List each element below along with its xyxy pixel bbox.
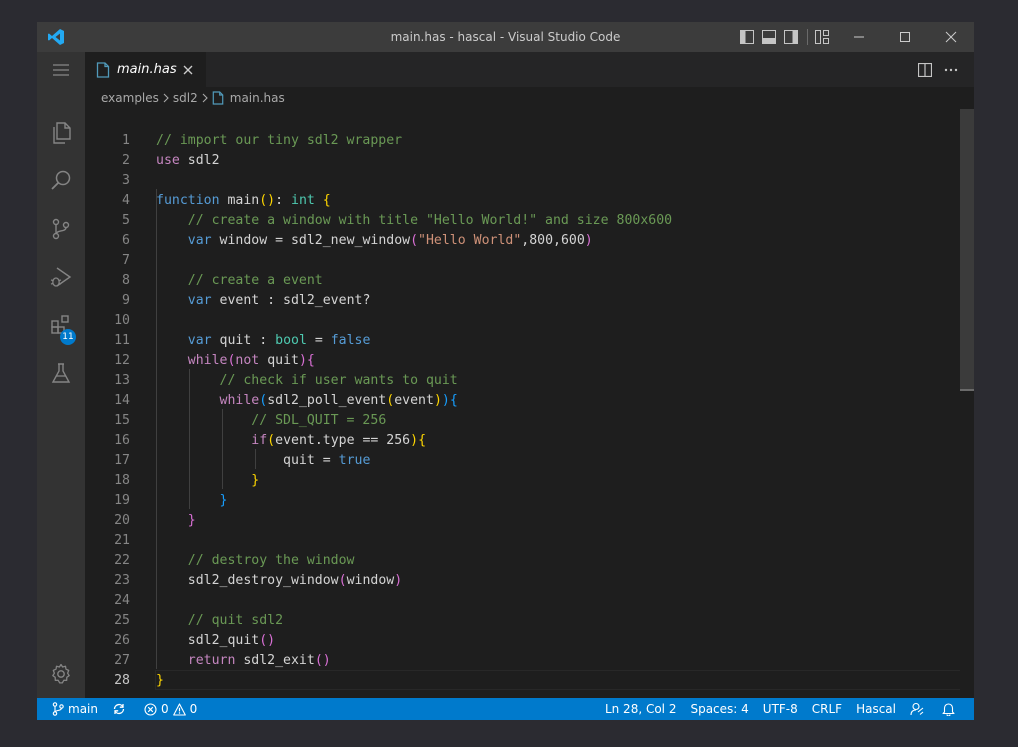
status-feedback[interactable] [903, 698, 935, 720]
status-indentation[interactable]: Spaces: 4 [683, 698, 755, 720]
code-line: 24 [114, 593, 130, 608]
code-line: 27 return sdl2_exit() [114, 653, 331, 668]
code-line: 2 use sdl2 [122, 153, 220, 168]
code-line: 22 // destroy the window [114, 553, 355, 568]
code-line: 12 while(not quit){ [114, 353, 315, 368]
code-editor[interactable]: 1// import our tiny sdl2 wrapper 2 use sd… [85, 109, 974, 698]
code-line: 15 // SDL_QUIT = 256 [114, 413, 387, 428]
activity-run-debug[interactable] [37, 253, 85, 301]
error-count: 0 [160, 702, 169, 716]
status-cursor-position[interactable]: Ln 28, Col 2 [598, 698, 684, 720]
warning-icon [172, 702, 186, 716]
breadcrumb: examples sdl2 main.has [85, 87, 974, 109]
code-line: 26 sdl2_quit() [114, 633, 276, 648]
code-line: 1// import our tiny sdl2 wrapper [122, 133, 403, 148]
toggle-panel-icon[interactable] [761, 29, 777, 45]
close-icon [945, 31, 957, 43]
code-line: 13 // check if user wants to quit [114, 373, 458, 388]
activity-bar: 11 [37, 52, 85, 698]
status-notifications[interactable] [935, 698, 966, 720]
split-editor-button[interactable] [912, 60, 938, 80]
code-line: 9 var event : sdl2_event? [122, 293, 371, 308]
git-branch-icon [52, 702, 64, 716]
tab-bar: main.has [85, 52, 974, 87]
close-tab-icon[interactable] [180, 62, 196, 78]
testing-icon [51, 363, 71, 383]
status-problems[interactable]: 0 0 [137, 698, 204, 720]
scrollbar-cursor-marker [960, 389, 974, 391]
minimize-icon [854, 36, 864, 38]
toggle-secondary-sidebar-icon[interactable] [783, 29, 799, 45]
status-language[interactable]: Hascal [849, 698, 903, 720]
code-line: 4 function main(): int { [122, 193, 331, 208]
code-line: 19 } [114, 493, 228, 508]
code-line: 23 sdl2_destroy_window(window) [114, 573, 403, 588]
toggle-primary-sidebar-icon[interactable] [739, 29, 755, 45]
title-bar-divider [807, 29, 808, 45]
file-icon [96, 61, 110, 78]
code-line: 8 // create a event [122, 273, 323, 288]
code-line: 7 [122, 253, 130, 268]
run-debug-icon [50, 267, 72, 287]
code-line: 28} [114, 673, 164, 688]
vscode-window: main.has - hascal - Visual Studio Code 1… [37, 22, 974, 720]
code-line: 16 if(event.type == 256){ [114, 433, 427, 448]
activity-manage[interactable] [37, 650, 85, 698]
file-icon [212, 91, 224, 105]
code-line: 17 quit = true [114, 453, 371, 468]
extensions-badge: 11 [60, 329, 76, 345]
status-eol[interactable]: CRLF [805, 698, 849, 720]
chevron-right-icon [163, 93, 169, 103]
code-line: 21 [114, 533, 130, 548]
activity-extensions[interactable]: 11 [37, 301, 85, 349]
source-control-icon [52, 218, 70, 240]
code-line: 3 [122, 173, 130, 188]
code-line: 25 // quit sdl2 [114, 613, 284, 628]
vertical-scrollbar[interactable] [960, 109, 974, 698]
status-sync[interactable] [105, 698, 137, 720]
hamburger-menu-icon [53, 64, 69, 76]
status-bar: main 0 0 Ln 28, Col 2 Spaces: 4 UTF-8 CR… [37, 698, 974, 720]
sync-icon [113, 703, 125, 715]
customize-layout-icon[interactable] [814, 29, 830, 45]
status-branch[interactable]: main [45, 698, 105, 720]
menu-button[interactable] [37, 52, 85, 88]
bell-icon [942, 703, 955, 716]
more-actions-button[interactable] [938, 60, 964, 80]
breadcrumb-item[interactable]: examples [101, 91, 159, 105]
code-line: 5 // create a window with title "Hello W… [122, 213, 673, 228]
code-line: 11 var quit : bool = false [114, 333, 371, 348]
ellipsis-icon [944, 68, 958, 71]
explorer-icon [53, 122, 71, 144]
warning-count: 0 [189, 702, 198, 716]
code-line: 20 } [114, 513, 196, 528]
breadcrumb-item[interactable]: main.has [230, 91, 285, 105]
scrollbar-thumb[interactable] [960, 109, 974, 390]
tab-main-has[interactable]: main.has [85, 52, 206, 87]
activity-explorer[interactable] [37, 109, 85, 157]
code-line: 18 } [114, 473, 260, 488]
code-line: 6 var window = sdl2_new_window("Hello Wo… [122, 233, 593, 248]
title-bar: main.has - hascal - Visual Studio Code [37, 22, 974, 52]
gear-icon [52, 663, 70, 684]
maximize-icon [900, 32, 910, 42]
code-line: 14 while(sdl2_poll_event(event)){ [114, 393, 458, 408]
activity-source-control[interactable] [37, 205, 85, 253]
minimize-button[interactable] [836, 22, 882, 52]
breadcrumb-item[interactable]: sdl2 [173, 91, 198, 105]
status-encoding[interactable]: UTF-8 [756, 698, 805, 720]
tab-label: main.has [117, 62, 177, 77]
search-icon [51, 170, 71, 190]
split-editor-icon [918, 62, 932, 77]
activity-search[interactable] [37, 157, 85, 205]
feedback-icon [910, 702, 924, 716]
branch-name: main [68, 702, 98, 716]
error-icon [144, 702, 157, 716]
maximize-button[interactable] [882, 22, 928, 52]
chevron-right-icon [202, 93, 208, 103]
code-line: 10 [114, 313, 130, 328]
activity-testing[interactable] [37, 349, 85, 397]
close-window-button[interactable] [928, 22, 974, 52]
